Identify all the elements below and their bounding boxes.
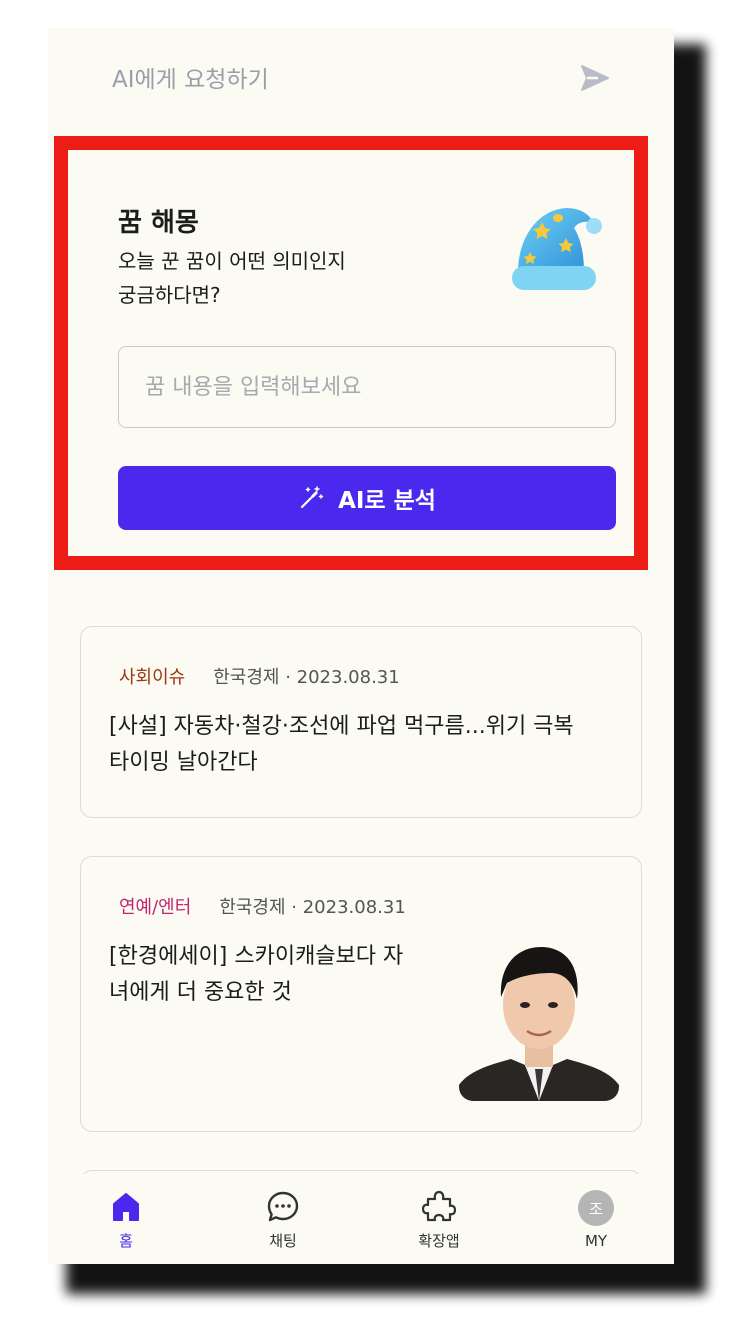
news-title-line1: [사설] 자동차·철강·조선에 파업 먹구름...위기 극복 xyxy=(109,714,574,739)
news-meta: 사회이슈 한국경제 · 2023.08.31 xyxy=(119,663,400,689)
news-title-line2: 타이밍 날아간다 xyxy=(109,750,258,775)
news-title[interactable]: [한경에세이] 스카이캐슬보다 자 녀에게 더 중요한 것 xyxy=(109,939,403,1011)
home-icon xyxy=(113,1193,139,1221)
news-source-date: 한국경제 · 2023.08.31 xyxy=(219,897,406,918)
news-title[interactable]: [사설] 자동차·철강·조선에 파업 먹구름...위기 극복 타이밍 날아간다 xyxy=(109,709,574,781)
dream-card-title: 꿈 해몽 xyxy=(118,208,199,238)
app-screen: AI에게 요청하기 꿈 해몽 오늘 꾼 꿈이 어떤 의미인지 궁금하다면? 꿈 … xyxy=(48,28,674,1264)
nav-chat[interactable]: 채팅 xyxy=(238,1190,328,1251)
bottom-nav: 홈 채팅 확장앱 조 MY xyxy=(48,1174,674,1264)
nav-my[interactable]: 조 MY xyxy=(551,1190,641,1250)
news-category: 사회이슈 xyxy=(119,667,186,688)
news-card[interactable]: 사회이슈 한국경제 · 2023.08.31 [사설] 자동차·철강·조선에 파… xyxy=(80,626,642,818)
dream-content-input[interactable] xyxy=(118,346,616,428)
nav-my-label: MY xyxy=(584,1232,608,1250)
puzzle-icon xyxy=(422,1190,456,1222)
nav-home[interactable]: 홈 xyxy=(81,1190,171,1251)
magic-wand-icon xyxy=(300,486,324,509)
news-title-line1: [한경에세이] 스카이캐슬보다 자 xyxy=(109,944,404,969)
nav-extensions-label: 확장앱 xyxy=(418,1232,460,1250)
send-icon[interactable] xyxy=(580,64,610,92)
news-title-line2: 녀에게 더 중요한 것 xyxy=(109,980,292,1005)
news-source-date: 한국경제 · 2023.08.31 xyxy=(213,667,400,688)
news-thumbnail[interactable] xyxy=(459,939,619,1101)
nav-extensions[interactable]: 확장앱 xyxy=(394,1190,484,1251)
news-card[interactable]: 연예/엔터 한국경제 · 2023.08.31 [한경에세이] 스카이캐슬보다 … xyxy=(80,856,642,1132)
ai-request-placeholder[interactable]: AI에게 요청하기 xyxy=(112,60,269,94)
dream-subtitle-line2: 궁금하다면? xyxy=(118,283,221,307)
sleeping-hat-icon xyxy=(512,208,602,290)
dream-card-subtitle: 오늘 꾼 꿈이 어떤 의미인지 궁금하다면? xyxy=(118,244,448,312)
avatar: 조 xyxy=(578,1190,614,1226)
dream-interpretation-card: 꿈 해몽 오늘 꾼 꿈이 어떤 의미인지 궁금하다면? 꿈 내용을 입력해보세요… xyxy=(54,136,648,570)
news-meta: 연예/엔터 한국경제 · 2023.08.31 xyxy=(119,893,406,919)
dream-subtitle-line1: 오늘 꾼 꿈이 어떤 의미인지 xyxy=(118,249,346,273)
nav-home-label: 홈 xyxy=(119,1232,133,1250)
ai-analyze-button[interactable]: AI로 분석 xyxy=(118,466,616,530)
ai-analyze-label: AI로 분석 xyxy=(338,488,436,514)
ai-request-bar[interactable]: AI에게 요청하기 xyxy=(48,28,674,128)
news-category: 연예/엔터 xyxy=(119,897,192,918)
nav-chat-label: 채팅 xyxy=(269,1232,297,1250)
chat-icon xyxy=(267,1191,299,1222)
